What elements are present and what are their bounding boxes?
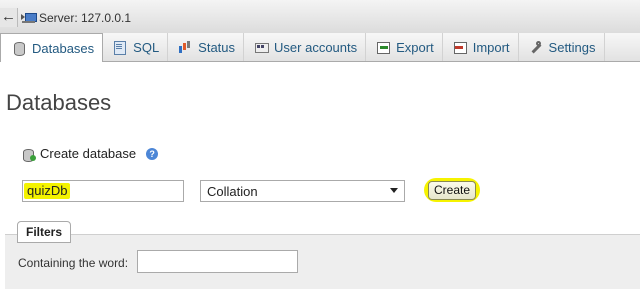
export-icon [376,40,391,54]
status-icon [178,40,192,54]
tab-databases[interactable]: Databases [0,33,104,62]
help-icon[interactable]: ? [146,147,159,160]
import-icon [453,40,467,54]
tab-import[interactable]: Import [443,33,519,61]
tab-label: SQL [133,39,160,55]
sql-icon [113,40,127,55]
settings-icon [529,40,543,54]
create-database-label: Create database [40,146,137,161]
tab-label: User accounts [274,39,358,55]
database-icon [12,41,26,56]
collation-select[interactable]: Collation [200,180,405,202]
page-title: Databases [6,90,112,115]
tab-label: Export [396,39,434,55]
filters-legend: Filters [17,221,71,243]
create-button[interactable]: Create [428,181,476,200]
collation-value: Collation [207,183,258,199]
user-accounts-icon [254,40,270,54]
tab-label: Databases [32,40,95,56]
new-database-icon [22,147,36,162]
filter-contains-label: Containing the word: [18,256,129,270]
back-arrow-icon[interactable]: ← [0,8,18,27]
create-database-heading: Create database ? [22,146,159,162]
tab-label: Settings [548,39,596,55]
server-icon [21,12,37,24]
database-name-value[interactable]: quizDb [27,182,67,200]
dropdown-arrow-icon [390,188,398,193]
server-breadcrumb[interactable]: Server: 127.0.0.1 [21,10,131,26]
tab-status[interactable]: Status [168,33,245,61]
tab-label: Status [198,39,236,55]
filter-contains-input[interactable] [137,250,298,273]
tab-sql[interactable]: SQL [103,33,169,61]
server-label[interactable]: Server: 127.0.0.1 [39,11,131,25]
main-tabs: Databases SQL Status User accounts Expor… [0,33,640,62]
tab-settings[interactable]: Settings [519,33,605,61]
tab-user-accounts[interactable]: User accounts [244,33,367,61]
tab-export[interactable]: Export [366,33,443,61]
tab-label: Import [472,39,510,55]
server-topbar: ← Server: 127.0.0.1 [0,0,640,34]
